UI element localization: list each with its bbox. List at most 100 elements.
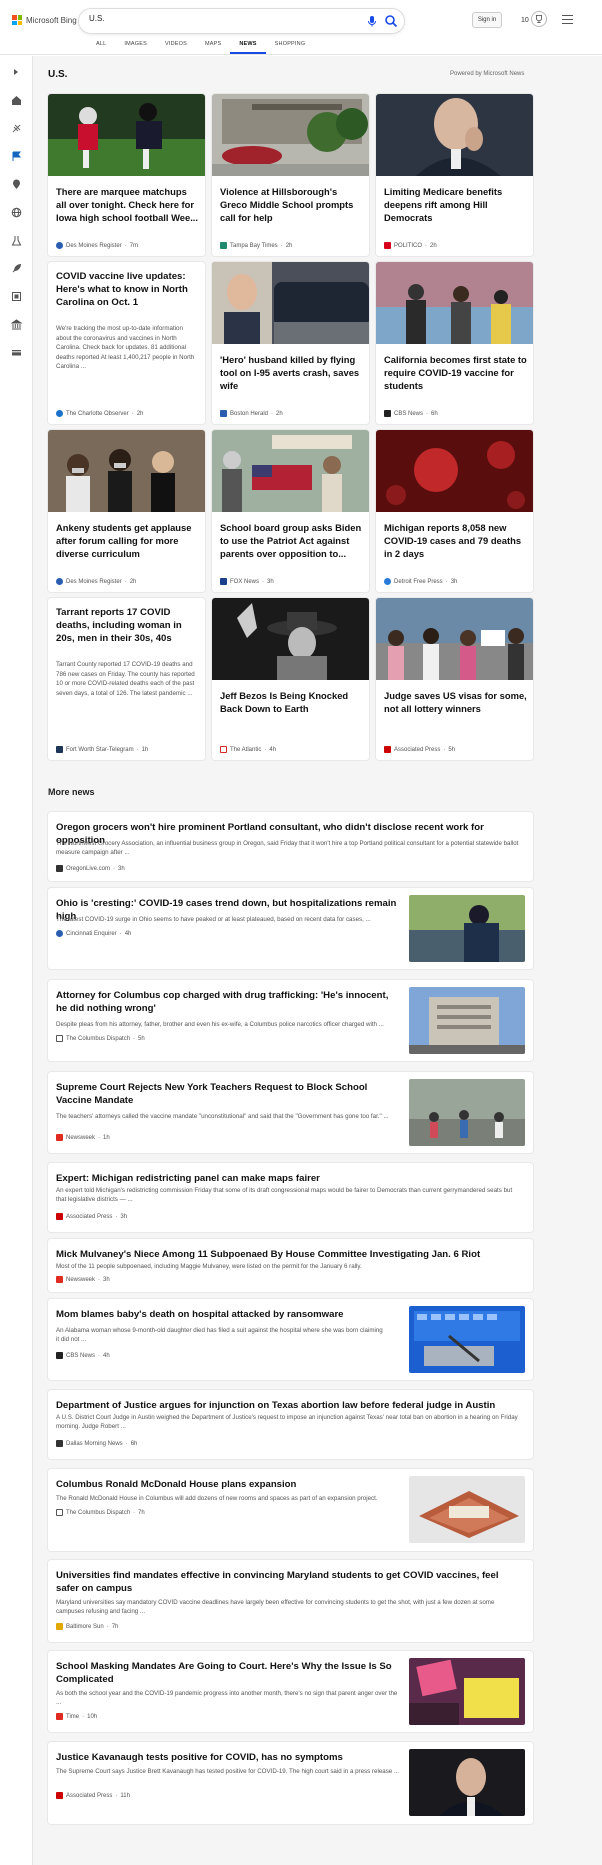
row-title[interactable]: Columbus Ronald McDonald House plans exp… (56, 1478, 401, 1491)
card-title[interactable]: There are marquee matchups all over toni… (56, 185, 199, 224)
news-row[interactable]: Expert: Michigan redistricting panel can… (48, 1163, 533, 1232)
rewards-count[interactable]: 10 (521, 17, 529, 24)
row-title[interactable]: Universities find mandates effective in … (56, 1569, 521, 1595)
row-title[interactable]: Expert: Michigan redistricting panel can… (56, 1172, 521, 1185)
news-card[interactable]: Judge saves US visas for some, not all l… (376, 598, 533, 760)
news-card[interactable]: Violence at Hillsborough's Greco Middle … (212, 94, 369, 256)
category-sidebar (0, 56, 33, 1865)
news-row[interactable]: School Masking Mandates Are Going to Cou… (48, 1651, 533, 1732)
card-title[interactable]: 'Hero' husband killed by flying tool on … (220, 353, 363, 392)
news-card[interactable]: Ankeny students get applause after forum… (48, 430, 205, 592)
news-row[interactable]: Oregon grocers won't hire prominent Port… (48, 812, 533, 881)
accident-scene-image (212, 262, 369, 344)
flag-icon[interactable] (10, 150, 22, 162)
row-snippet: The Ronald McDonald House in Columbus wi… (56, 1495, 378, 1502)
money-icon[interactable] (10, 346, 22, 358)
card-title[interactable]: COVID vaccine live updates: Here's what … (56, 270, 199, 309)
card-title[interactable]: Michigan reports 8,058 new COVID-19 case… (384, 521, 527, 560)
row-source: OregonLive.com · 3h (56, 865, 125, 872)
news-row[interactable]: Mom blames baby's death on hospital atta… (48, 1299, 533, 1380)
section-title: U.S. (48, 69, 68, 80)
news-card[interactable]: Limiting Medicare benefits deepens rift … (376, 94, 533, 256)
news-card[interactable]: California becomes first state to requir… (376, 262, 533, 424)
home-icon[interactable] (10, 94, 22, 106)
card-source: Fort Worth Star-Telegram · 1h (56, 746, 148, 753)
search-input[interactable] (89, 14, 339, 23)
news-row[interactable]: Ohio is 'cresting:' COVID-19 cases trend… (48, 888, 533, 969)
football-game-image (48, 94, 205, 176)
card-title[interactable]: Jeff Bezos Is Being Knocked Back Down to… (220, 689, 363, 715)
search-box[interactable] (79, 9, 404, 33)
row-snippet: The teachers' attorneys called the vacci… (56, 1113, 389, 1120)
top-header: Microsoft Bing Sign in 10 ALL IMAGES VID… (0, 0, 602, 56)
powered-by-label[interactable]: Powered by Microsoft News (450, 71, 524, 77)
expand-icon[interactable] (10, 66, 22, 78)
source-logo-icon (56, 578, 63, 585)
news-card[interactable]: School board group asks Biden to use the… (212, 430, 369, 592)
card-snippet: Tarrant County reported 17 COVID-19 deat… (56, 661, 195, 697)
news-row[interactable]: Attorney for Columbus cop charged with d… (48, 980, 533, 1061)
card-source: Des Moines Register · 7m (56, 242, 138, 249)
card-title[interactable]: Limiting Medicare benefits deepens rift … (384, 185, 527, 224)
row-title[interactable]: Justice Kavanaugh tests positive for COV… (56, 1751, 401, 1764)
news-row[interactable]: Universities find mandates effective in … (48, 1560, 533, 1642)
bing-logo[interactable]: Microsoft Bing (12, 15, 77, 25)
school-building-image (212, 94, 369, 176)
news-card[interactable]: Michigan reports 8,058 new COVID-19 case… (376, 430, 533, 592)
card-title[interactable]: Tarrant reports 17 COVID deaths, includi… (56, 606, 199, 645)
globe-icon[interactable] (10, 206, 22, 218)
tab-shopping[interactable]: SHOPPING (266, 38, 315, 54)
menu-icon[interactable] (562, 15, 573, 25)
news-card[interactable]: There are marquee matchups all over toni… (48, 94, 205, 256)
bank-icon[interactable] (10, 318, 22, 330)
sports-icon[interactable] (10, 122, 22, 134)
news-row[interactable]: Justice Kavanaugh tests positive for COV… (48, 1742, 533, 1824)
card-source: Des Moines Register · 2h (56, 578, 136, 585)
row-source: The Columbus Dispatch · 5h (56, 1035, 145, 1042)
science-icon[interactable] (10, 234, 22, 246)
tab-images[interactable]: IMAGES (115, 38, 156, 54)
row-title[interactable]: Attorney for Columbus cop charged with d… (56, 989, 401, 1015)
source-logo-icon (56, 1134, 63, 1141)
row-snippet: As both the school year and the COVID-19… (56, 1690, 398, 1706)
row-source: Cincinnati Enquirer · 4h (56, 930, 131, 937)
rocket-icon[interactable] (10, 262, 22, 274)
news-card[interactable]: 'Hero' husband killed by flying tool on … (212, 262, 369, 424)
header-divider (0, 54, 602, 55)
tab-news[interactable]: NEWS (230, 38, 266, 54)
row-title[interactable]: Department of Justice argues for injunct… (56, 1399, 521, 1412)
film-icon[interactable] (10, 290, 22, 302)
card-title[interactable]: School board group asks Biden to use the… (220, 521, 363, 560)
news-row[interactable]: Department of Justice argues for injunct… (48, 1390, 533, 1459)
rewards-trophy-icon[interactable] (531, 11, 547, 27)
microphone-icon[interactable] (366, 15, 378, 27)
row-title[interactable]: Mick Mulvaney's Niece Among 11 Subpoenae… (56, 1248, 521, 1261)
coronavirus-image (376, 430, 533, 512)
row-title[interactable]: Supreme Court Rejects New York Teachers … (56, 1081, 401, 1107)
tab-all[interactable]: ALL (87, 38, 115, 54)
card-title[interactable]: Ankeny students get applause after forum… (56, 521, 199, 560)
news-card[interactable]: COVID vaccine live updates: Here's what … (48, 262, 205, 424)
news-row[interactable]: Supreme Court Rejects New York Teachers … (48, 1072, 533, 1153)
more-news-heading: More news (48, 787, 95, 797)
sign-in-button[interactable]: Sign in (472, 12, 502, 28)
location-icon[interactable] (10, 178, 22, 190)
card-title[interactable]: California becomes first state to requir… (384, 353, 527, 392)
news-card[interactable]: Jeff Bezos Is Being Knocked Back Down to… (212, 598, 369, 760)
news-card[interactable]: Tarrant reports 17 COVID deaths, includi… (48, 598, 205, 760)
row-title[interactable]: School Masking Mandates Are Going to Cou… (56, 1660, 401, 1686)
row-snippet: Maryland universities say mandatory COVI… (56, 1599, 495, 1615)
news-row[interactable]: Mick Mulvaney's Niece Among 11 Subpoenae… (48, 1239, 533, 1292)
row-title[interactable]: Mom blames baby's death on hospital atta… (56, 1308, 401, 1321)
tab-maps[interactable]: MAPS (196, 38, 230, 54)
source-logo-icon (56, 1623, 63, 1630)
card-title[interactable]: Judge saves US visas for some, not all l… (384, 689, 527, 715)
card-title[interactable]: Violence at Hillsborough's Greco Middle … (220, 185, 363, 224)
search-icon[interactable] (384, 14, 398, 28)
row-source: Associated Press · 3h (56, 1213, 127, 1220)
hospital-worker-image (409, 895, 525, 962)
tab-videos[interactable]: VIDEOS (156, 38, 196, 54)
search-tabs: ALL IMAGES VIDEOS MAPS NEWS SHOPPING (87, 38, 314, 54)
row-snippet: An expert told Michigan's redistricting … (56, 1187, 513, 1203)
news-row[interactable]: Columbus Ronald McDonald House plans exp… (48, 1469, 533, 1551)
